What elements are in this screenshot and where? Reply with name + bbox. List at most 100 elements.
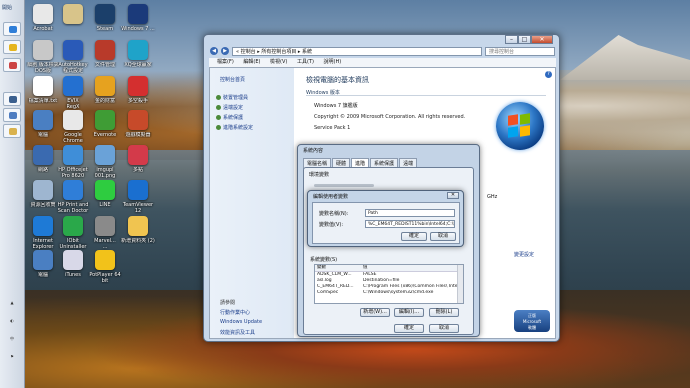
app-icon	[63, 76, 83, 96]
title-bar[interactable]: – □ ✕	[204, 35, 559, 44]
app-icon	[63, 145, 83, 165]
cpu-ghz-text: GHz	[487, 194, 498, 200]
genuine-badge: 正版 Microsoft 軟體	[514, 310, 550, 332]
shield-icon	[216, 95, 221, 100]
desktop-icon-label: XQ全球贏家	[124, 62, 152, 68]
app-icon	[33, 4, 53, 24]
forward-button[interactable]: ▶	[221, 47, 229, 55]
app-icon	[33, 76, 53, 96]
action-center-link[interactable]: 行動作業中心	[220, 309, 250, 316]
variable-name-label: 變數名稱(N):	[319, 211, 349, 217]
new-button[interactable]: 新增(W)...	[360, 308, 390, 317]
app-icon	[95, 145, 115, 165]
desktop-icon[interactable]: 新增資料夾 (2)	[117, 216, 159, 244]
tray-volume-icon[interactable]: ◐	[2, 318, 22, 326]
minimize-button[interactable]: –	[505, 35, 518, 44]
close-button[interactable]: ✕	[447, 192, 459, 199]
close-button[interactable]: ✕	[531, 35, 553, 44]
variable-name-input[interactable]: Path	[365, 209, 455, 217]
performance-link[interactable]: 效能資訊及工具	[220, 329, 255, 336]
desktop-icon[interactable]: 遊戲模擬器	[117, 110, 159, 138]
change-settings-link[interactable]: 變更設定	[514, 251, 534, 258]
desktop-icon-label: 多空殺手	[127, 98, 148, 104]
system-vars-list[interactable]: 變數 值 ADSK_CLM_W... FALSE asl.log Destinati…	[314, 264, 464, 304]
system-protection-link[interactable]: 系統保護	[216, 114, 243, 121]
desktop-icon[interactable]: 多點	[117, 145, 159, 173]
desktop-icon-label: 遊戲模擬器	[125, 132, 151, 138]
tray-flag-icon[interactable]: ⚑	[2, 354, 22, 362]
desktop-icon[interactable]: Windows 7 ...	[117, 4, 159, 32]
taskbar-explorer-button[interactable]	[3, 124, 21, 138]
back-button[interactable]: ◀	[210, 47, 218, 55]
app-icon	[63, 250, 83, 270]
windows-update-link[interactable]: Windows Update	[220, 319, 262, 325]
ok-button[interactable]: 確定	[401, 232, 427, 241]
shield-icon	[216, 105, 221, 110]
dialog-body: 變數名稱(N): Path 變數值(V): %C_EM64T_REDIST11%…	[312, 202, 460, 244]
desktop-icon-label: Acrobat	[33, 26, 53, 32]
desktop-icon[interactable]: TeamViewer 12	[117, 180, 159, 214]
scrollbar[interactable]	[457, 265, 463, 303]
menu-tools[interactable]: 工具(T)	[297, 59, 314, 65]
table-row[interactable]: ComSpec C:\Windows\system32\cmd.exe	[315, 290, 463, 296]
search-input[interactable]: 搜尋控制台	[485, 46, 555, 56]
desktop-icon-label: TeamViewer 12	[122, 202, 154, 214]
advanced-settings-link[interactable]: 進階系統設定	[216, 124, 253, 131]
variable-value-input[interactable]: %C_EM64T_REDIST11%bin\Intel64;C:\Pro	[365, 220, 455, 228]
address-bar[interactable]: « 控制台 ▸ 所有控制台項目 ▸ 系統	[232, 46, 482, 56]
col-header-value[interactable]: 值	[363, 265, 463, 271]
app-icon	[128, 145, 148, 165]
cancel-button[interactable]: 取消	[429, 324, 459, 333]
desktop-icon[interactable]: XQ全球贏家	[117, 40, 159, 68]
tray-ime-icon[interactable]: 中	[2, 336, 22, 344]
edit-button[interactable]: 編輯(I)...	[394, 308, 424, 317]
app-icon	[95, 40, 115, 60]
delete-button[interactable]: 刪除(L)	[429, 308, 459, 317]
control-panel-home-link[interactable]: 控制台首頁	[220, 76, 245, 83]
ok-button[interactable]: 確定	[394, 324, 424, 333]
control-panel-icon	[9, 112, 17, 119]
menu-file[interactable]: 檔案(F)	[217, 59, 234, 65]
cancel-button[interactable]: 取消	[430, 232, 456, 241]
app-icon	[33, 110, 53, 130]
device-manager-link[interactable]: 裝置管理員	[216, 94, 248, 101]
desktop-icon-label: Windows 7 ...	[121, 26, 155, 32]
shield-icon	[216, 115, 221, 120]
app-icon	[63, 40, 83, 60]
edition-text: Windows 7 旗艦版	[314, 103, 358, 109]
app-icon	[63, 4, 83, 24]
edit-user-variable-dialog: 編輯使用者變數 ✕ 變數名稱(N): Path 變數值(V): %C_EM64T…	[307, 190, 464, 247]
taskbar-ie-button[interactable]	[3, 22, 21, 36]
maximize-button[interactable]: □	[518, 35, 531, 44]
taskbar-controlpanel-button[interactable]	[3, 108, 21, 122]
app-icon	[128, 40, 148, 60]
desktop-icon[interactable]: PotPlayer 64 bit	[84, 250, 126, 284]
menu-edit[interactable]: 編輯(E)	[243, 59, 260, 65]
app-icon	[33, 145, 53, 165]
app-icon	[33, 216, 53, 236]
start-button[interactable]: 開始	[2, 3, 23, 13]
app-icon	[128, 216, 148, 236]
remote-settings-link[interactable]: 遠端設定	[216, 104, 243, 111]
app-icon	[95, 250, 115, 270]
help-icon[interactable]: ?	[545, 71, 552, 78]
app-icon	[33, 180, 53, 200]
menu-help[interactable]: 說明(H)	[324, 59, 342, 65]
desktop-icon[interactable]: 多空殺手	[117, 76, 159, 104]
divider	[306, 95, 546, 96]
dialog-title: 環境變數	[309, 172, 330, 178]
taskbar-app-button[interactable]	[3, 58, 21, 72]
dialog-title: 編輯使用者變數	[313, 194, 349, 200]
taskbar-chrome-button[interactable]	[3, 40, 21, 54]
tray-network-icon[interactable]: ▲	[2, 300, 22, 308]
taskbar-window-button[interactable]	[3, 92, 21, 106]
address-bar-row: ◀ ▶ « 控制台 ▸ 所有控制台項目 ▸ 系統 搜尋控制台	[210, 46, 555, 56]
app-icon	[95, 180, 115, 200]
col-header-variable[interactable]: 變數	[315, 265, 363, 271]
app-icon	[95, 76, 115, 96]
system-vars-label: 系統變數(S)	[310, 257, 338, 263]
menu-view[interactable]: 檢視(V)	[270, 59, 287, 65]
menu-bar: 檔案(F) 編輯(E) 檢視(V) 工具(T) 說明(H)	[209, 58, 556, 67]
desktop-icon-label: 新增資料夾 (2)	[121, 238, 155, 244]
window-icon	[9, 96, 17, 103]
